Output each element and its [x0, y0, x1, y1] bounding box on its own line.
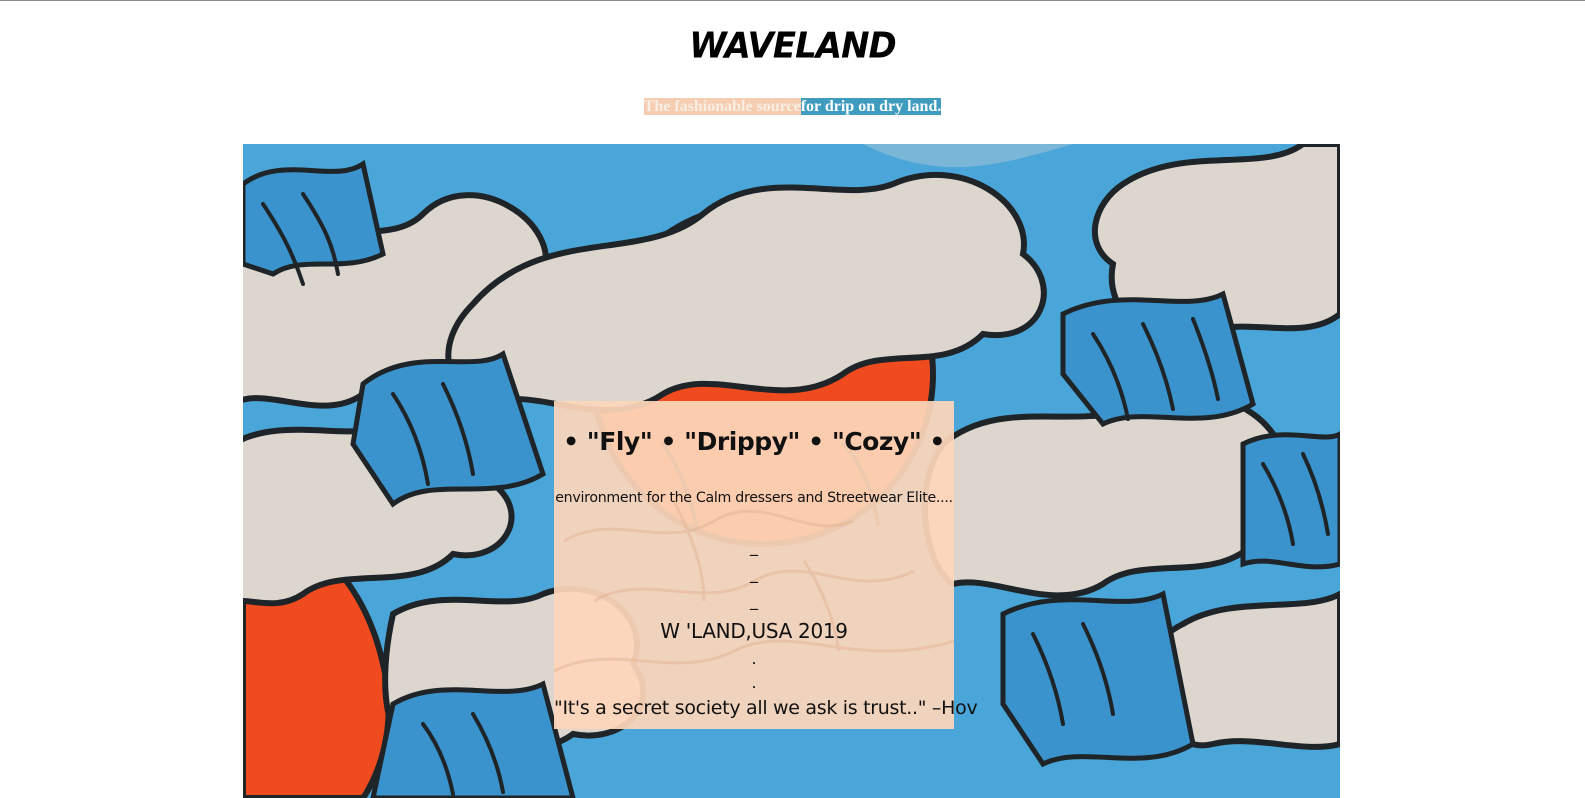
tagline: The fashionable sourcefor drip on dry la…	[0, 97, 1585, 117]
top-divider	[0, 0, 1585, 1]
dot-mark: .	[751, 649, 757, 668]
hero-info-card: • "Fly" • "Drippy" • "Cozy" • environmen…	[554, 401, 978, 729]
hero-description: environment for the Calm dressers and St…	[555, 490, 953, 506]
location-year: W 'LAND,USA 2019	[660, 619, 848, 643]
divider-mark: _	[750, 591, 758, 610]
tagline-part-1: The fashionable source	[643, 98, 801, 115]
tagline-part-2: for drip on dry land.	[800, 98, 942, 115]
hero-keywords: • "Fly" • "Drippy" • "Cozy" •	[563, 427, 945, 456]
divider-mark: _	[750, 537, 758, 556]
divider-mark: _	[750, 564, 758, 583]
site-logo-title[interactable]: WAVELAND	[0, 25, 1585, 67]
hero-quote: "It's a secret society all we ask is tru…	[554, 697, 978, 719]
dot-mark: .	[751, 673, 757, 692]
